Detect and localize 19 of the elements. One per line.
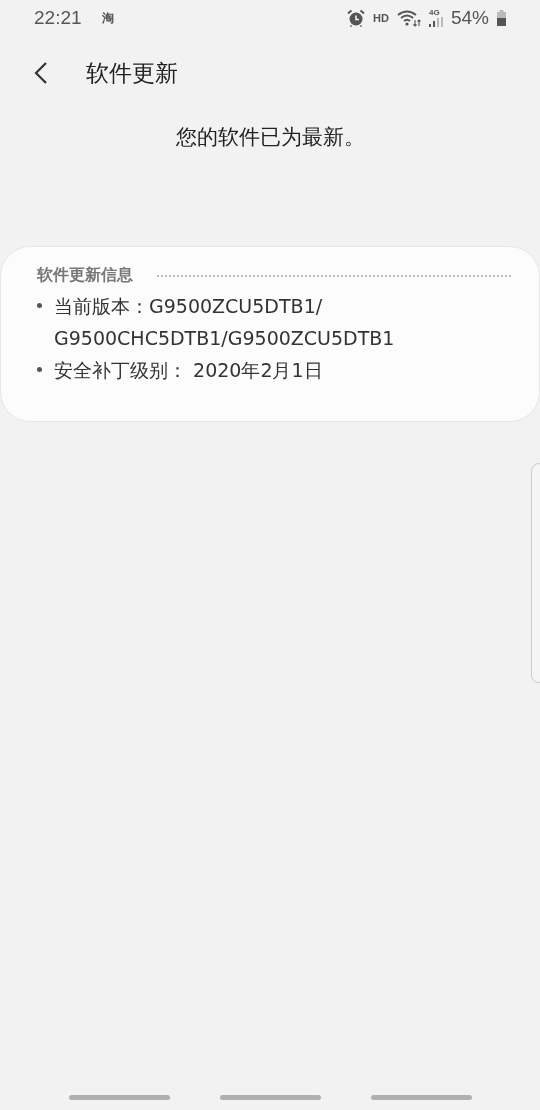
info-text: 当前版本：G9500ZCU5DTB1/ G9500CHC5DTB1/G9500ZCU5DTB1 xyxy=(54,294,396,351)
page-title: 软件更新 xyxy=(86,58,178,88)
status-message: 您的软件已为最新。 xyxy=(174,124,366,151)
signal-icon xyxy=(428,17,443,27)
gesture-hint-bar[interactable] xyxy=(219,1095,321,1100)
alarm-clock-icon xyxy=(347,9,366,27)
gesture-hint-bar[interactable] xyxy=(68,1095,170,1100)
gesture-hint-bar[interactable] xyxy=(370,1095,472,1100)
section-title: 软件更新信息 xyxy=(37,265,133,286)
network-type-label: 4G xyxy=(428,9,440,17)
bullet-icon xyxy=(37,303,42,308)
clock-time: 22:21 xyxy=(34,7,82,29)
battery-icon xyxy=(497,10,506,26)
wifi-icon xyxy=(396,9,421,27)
info-text: 安全补丁级别： 2020年2月1日 xyxy=(54,358,324,383)
notification-icon: 淘 xyxy=(101,9,114,27)
hd-voice-label: HD xyxy=(373,12,389,24)
battery-percent: 54% xyxy=(450,7,489,29)
bullet-icon xyxy=(37,367,42,372)
